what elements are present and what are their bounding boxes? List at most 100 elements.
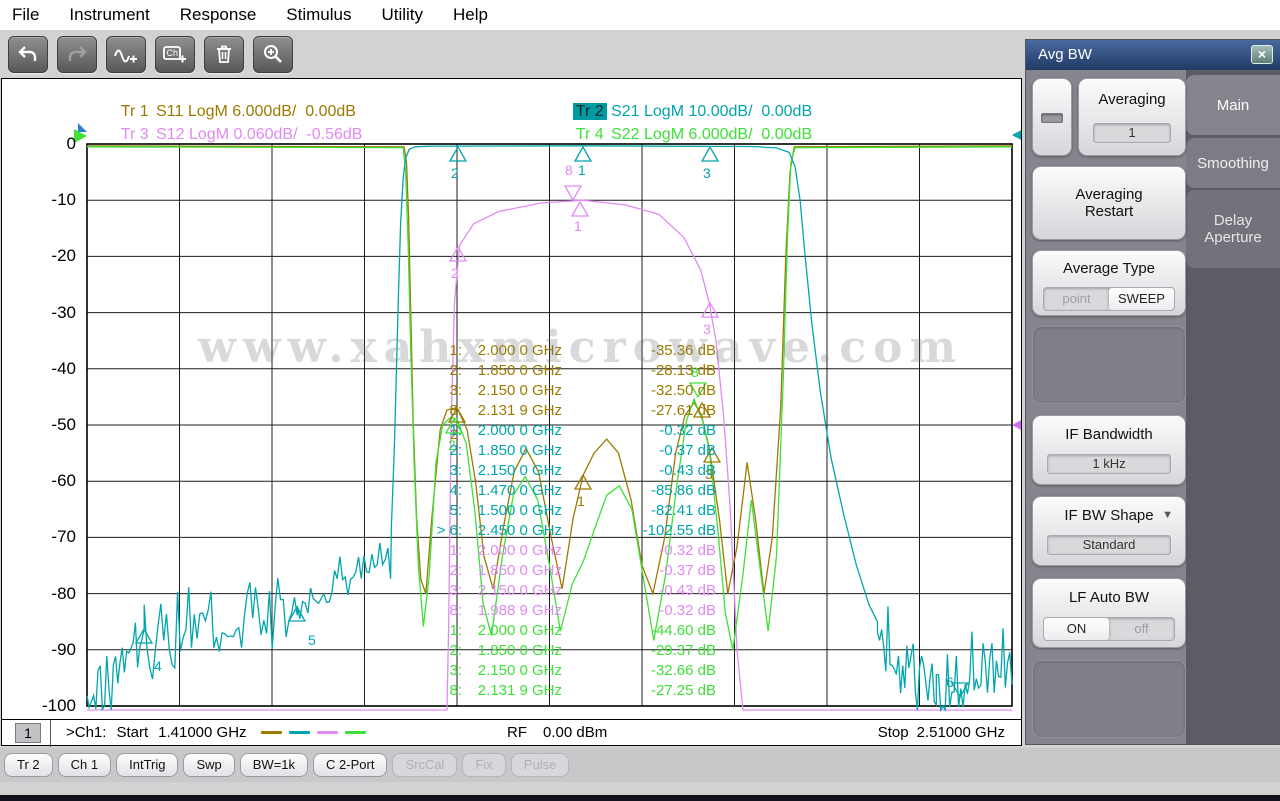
marker-triangle xyxy=(565,186,581,200)
chevron-down-icon: ▼ xyxy=(1162,509,1173,521)
tab-main[interactable]: Main xyxy=(1186,75,1280,135)
avg-bw-panel: Avg BW × Main Smoothing Delay Aperture A… xyxy=(1026,40,1280,744)
marker-row: 2: 1.850 0 GHz -28.13 dB xyxy=(422,361,722,381)
status-button[interactable]: Fix xyxy=(462,753,505,777)
marker-value: -27.61 dB xyxy=(562,401,716,421)
averaging-label: Averaging xyxy=(1079,91,1185,108)
marker-value: -0.32 dB xyxy=(562,541,716,561)
status-button[interactable]: IntTrig xyxy=(116,753,178,777)
legend-dash xyxy=(261,731,282,734)
marker-frequency: 2.150 0 GHz xyxy=(462,461,562,481)
menu-response[interactable]: Response xyxy=(180,5,257,25)
marker-row: 2: 1.850 0 GHz -29.37 dB xyxy=(422,641,722,661)
status-button[interactable]: Tr 2 xyxy=(4,753,53,777)
zoom-button[interactable] xyxy=(253,36,293,73)
marker-frequency: 2.000 0 GHz xyxy=(462,341,562,361)
marker-number: 2: xyxy=(422,361,462,381)
redo-button[interactable] xyxy=(57,36,97,73)
marker-value: -82.41 dB xyxy=(562,501,716,521)
marker-value: -44.60 dB xyxy=(562,621,716,641)
marker-number: 4: xyxy=(422,481,462,501)
undo-icon xyxy=(16,43,40,65)
marker-group: 1: 2.000 0 GHz -44.60 dB 2: 1.850 0 GHz … xyxy=(422,621,722,701)
channel-number-badge[interactable]: 1 xyxy=(15,723,41,743)
marker-number: 5: xyxy=(422,501,462,521)
marker-frequency: 2.131 9 GHz xyxy=(462,681,562,701)
undo-button[interactable] xyxy=(8,36,48,73)
status-button[interactable]: BW=1k xyxy=(240,753,308,777)
menu-file[interactable]: File xyxy=(12,5,39,25)
marker-frequency: 2.450 0 GHz xyxy=(462,521,562,541)
marker-value: -0.37 dB xyxy=(562,441,716,461)
stop-label: Stop xyxy=(878,724,909,741)
marker-triangle xyxy=(702,147,718,161)
average-type-label: Average Type xyxy=(1033,260,1185,277)
marker-number: 2: xyxy=(422,441,462,461)
redo-icon xyxy=(65,43,89,65)
menu-instrument[interactable]: Instrument xyxy=(69,5,149,25)
marker-number: 3: xyxy=(422,461,462,481)
marker-number: 3: xyxy=(422,381,462,401)
panel-title: Avg BW xyxy=(1038,46,1092,63)
average-type-sweep-option[interactable]: SWEEP xyxy=(1109,288,1174,310)
marker-row: 5: 1.500 0 GHz -82.41 dB xyxy=(422,501,722,521)
marker-number: 1: xyxy=(422,621,462,641)
menu-utility[interactable]: Utility xyxy=(381,5,423,25)
lf-auto-bw-button[interactable]: LF Auto BW ON off xyxy=(1032,578,1186,648)
marker-frequency: 1.850 0 GHz xyxy=(462,641,562,661)
marker-number: 2: xyxy=(422,561,462,581)
delete-button[interactable] xyxy=(204,36,244,73)
bottom-strip xyxy=(0,795,1280,801)
if-bw-shape-button[interactable]: IF BW Shape ▼ Standard xyxy=(1032,496,1186,566)
marker-row: 4: 1.470 0 GHz -85.86 dB xyxy=(422,481,722,501)
zoom-in-icon xyxy=(261,43,285,65)
lf-auto-bw-on-option[interactable]: ON xyxy=(1044,618,1109,640)
menu-help[interactable]: Help xyxy=(453,5,488,25)
start-frequency[interactable]: 1.41000 GHz xyxy=(158,724,246,741)
marker-frequency: 2.150 0 GHz xyxy=(462,661,562,681)
status-button[interactable]: SrcCal xyxy=(392,753,457,777)
if-bandwidth-button[interactable]: IF Bandwidth 1 kHz xyxy=(1032,415,1186,485)
average-type-button[interactable]: Average Type point SWEEP xyxy=(1032,250,1186,316)
marker-row: 3: 2.150 0 GHz -32.66 dB xyxy=(422,661,722,681)
lf-auto-bw-label: LF Auto BW xyxy=(1033,589,1185,606)
status-button[interactable]: Ch 1 xyxy=(58,753,111,777)
close-button[interactable]: × xyxy=(1251,45,1273,64)
averaging-toggle-button[interactable] xyxy=(1032,78,1072,156)
status-button[interactable]: Swp xyxy=(183,753,234,777)
rf-power[interactable]: 0.00 dBm xyxy=(543,724,607,741)
marker-frequency: 2.000 0 GHz xyxy=(462,541,562,561)
status-button[interactable]: Pulse xyxy=(511,753,570,777)
marker-frequency: 1.850 0 GHz xyxy=(462,361,562,381)
lf-auto-bw-off-option[interactable]: off xyxy=(1109,618,1174,640)
marker-number: 1: xyxy=(422,341,462,361)
stop-frequency[interactable]: 2.51000 GHz xyxy=(917,724,1005,741)
marker-row: 3: 2.150 0 GHz -0.43 dB xyxy=(422,581,722,601)
add-trace-button[interactable] xyxy=(106,36,146,73)
tab-smoothing[interactable]: Smoothing xyxy=(1186,138,1280,188)
channel-label: >Ch1: xyxy=(66,724,106,741)
marker-triangle xyxy=(575,147,591,161)
tab-delay-aperture[interactable]: Delay Aperture xyxy=(1186,190,1280,268)
marker-frequency: 1.500 0 GHz xyxy=(462,501,562,521)
averaging-button[interactable]: Averaging 1 xyxy=(1078,78,1186,156)
add-channel-button[interactable]: Ch xyxy=(155,36,195,73)
reference-arrow xyxy=(1012,418,1021,432)
measurement-panel[interactable]: Tr 1 S11 LogM 6.000dB/ 0.00dB Tr 2 S21 L… xyxy=(1,78,1022,746)
average-type-point-option[interactable]: point xyxy=(1044,288,1109,310)
menu-stimulus[interactable]: Stimulus xyxy=(286,5,351,25)
footer-divider xyxy=(50,720,51,747)
y-axis-tick: -40 xyxy=(34,359,76,379)
marker-value: -27.25 dB xyxy=(562,681,716,701)
marker-number: 8: xyxy=(422,401,462,421)
marker-row: 1: 2.000 0 GHz -35.36 dB xyxy=(422,341,722,361)
marker-value: -32.66 dB xyxy=(562,661,716,681)
y-axis-tick: 0 xyxy=(34,134,76,154)
legend-dash xyxy=(289,731,310,734)
marker-number: 1: xyxy=(422,421,462,441)
marker-label: 2 xyxy=(451,265,459,281)
status-button[interactable]: C 2-Port xyxy=(313,753,387,777)
panel-header[interactable]: Avg BW × xyxy=(1026,40,1280,70)
averaging-restart-button[interactable]: Averaging Restart xyxy=(1032,166,1186,240)
marker-number: 2: xyxy=(422,641,462,661)
